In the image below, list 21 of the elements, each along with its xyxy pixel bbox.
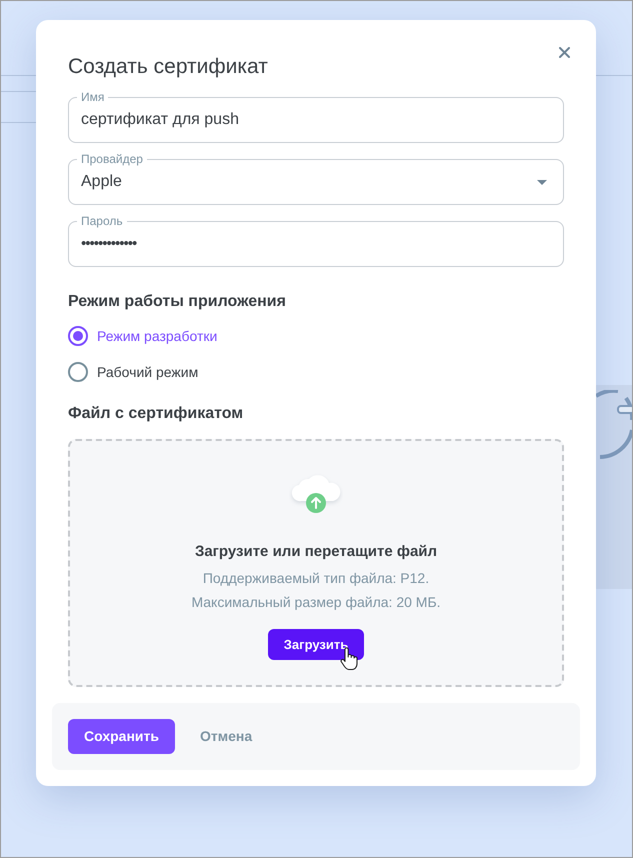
input-field[interactable]: Имя сертификат для push	[68, 90, 564, 143]
radio-label[interactable]: Режим разработки	[97, 326, 218, 346]
close-icon	[558, 46, 570, 58]
caret-down-icon	[537, 180, 547, 184]
radio-button[interactable]	[68, 326, 88, 346]
dialog-title: Создать сертификат	[68, 54, 268, 80]
upload-hint: Поддерживаемый тип файла: P12.	[202, 569, 430, 588]
section-heading: Файл с сертификатом	[68, 404, 244, 424]
upload-hint: Максимальный размер файла: 20 МБ.	[191, 593, 441, 612]
field-label: Пароль	[80, 214, 124, 228]
select-field[interactable]: Провайдер Apple	[68, 152, 564, 205]
save-button[interactable]: Сохранить	[68, 719, 175, 754]
field-label: Провайдер	[80, 152, 144, 166]
section-heading: Режим работы приложения	[68, 292, 286, 312]
radio-button[interactable]	[68, 362, 88, 382]
file-dropzone[interactable]: Загрузите или перетащите файл Поддерживаемый тип файла: P12. Максимальный размер файла: 20 МБ. Загрузить	[68, 439, 564, 687]
upload-button[interactable]: Загрузить	[268, 629, 364, 660]
radio-label[interactable]: Рабочий режим	[97, 362, 198, 382]
upload-title: Загрузите или перетащите файл	[194, 542, 438, 562]
password-field[interactable]: Пароль •••••••••••••	[68, 214, 564, 267]
field-label: Имя	[80, 90, 106, 104]
